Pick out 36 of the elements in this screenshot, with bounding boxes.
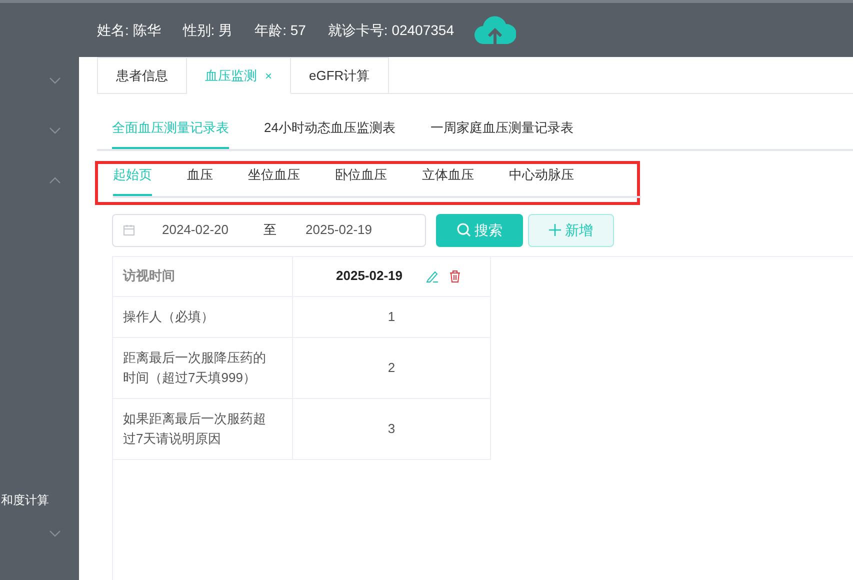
patient-info-text: 年龄: 57: [254, 20, 306, 40]
tab[interactable]: 坐位血压: [248, 165, 300, 196]
patient-info-text: 姓名: 陈华: [97, 20, 161, 40]
tab[interactable]: 一周家庭血压测量记录表: [430, 118, 574, 148]
tab[interactable]: 立体血压: [422, 165, 474, 196]
table-cell-text: 2: [386, 358, 396, 377]
sidebar-item[interactable]: 和度计算: [1, 491, 49, 509]
table-cell: 距离最后一次服降压药的时间（超过7天填999）: [113, 338, 293, 398]
chevron-down-icon[interactable]: [49, 77, 61, 84]
chevron-down-icon[interactable]: [49, 530, 61, 537]
cloud-upload-icon[interactable]: [474, 14, 516, 46]
tab[interactable]: 血压: [187, 165, 213, 196]
calendar-icon: [123, 224, 135, 236]
search-icon: [456, 223, 470, 237]
plus-icon: [549, 224, 561, 236]
page-tab[interactable]: eGFR计算: [291, 57, 389, 94]
chevron-down-icon[interactable]: [49, 127, 61, 134]
table-cell-text: 1: [386, 308, 396, 326]
tab[interactable]: 卧位血压: [335, 165, 387, 196]
table-cell: 如果距离最后一次服药超过7天请说明原因: [113, 398, 293, 458]
chevron-up-icon[interactable]: [49, 177, 61, 184]
trash-icon[interactable]: [448, 270, 460, 282]
tab[interactable]: 24小时动态血压监测表: [264, 118, 396, 148]
table-header-cell: 访视时间: [113, 256, 293, 296]
table-header-cell-text: 2025-02-19: [336, 267, 402, 286]
range-separator: 至: [264, 221, 276, 240]
date-range-field[interactable]: 2024-02-20 至 2025-02-19: [112, 214, 426, 246]
pencil-icon[interactable]: [426, 270, 438, 282]
tab[interactable]: 中心动脉压: [509, 165, 574, 196]
patient-info-text: 性别: 男: [182, 20, 233, 40]
end-date: 2025-02-19: [306, 221, 372, 240]
patient-info-text: 就诊卡号: 02407354: [328, 20, 454, 40]
page-tab[interactable]: 患者信息: [97, 57, 187, 94]
start-date: 2024-02-20: [162, 221, 228, 240]
table-cell-text: 3: [386, 420, 396, 438]
table-cell: 操作人（必填）: [113, 296, 293, 336]
